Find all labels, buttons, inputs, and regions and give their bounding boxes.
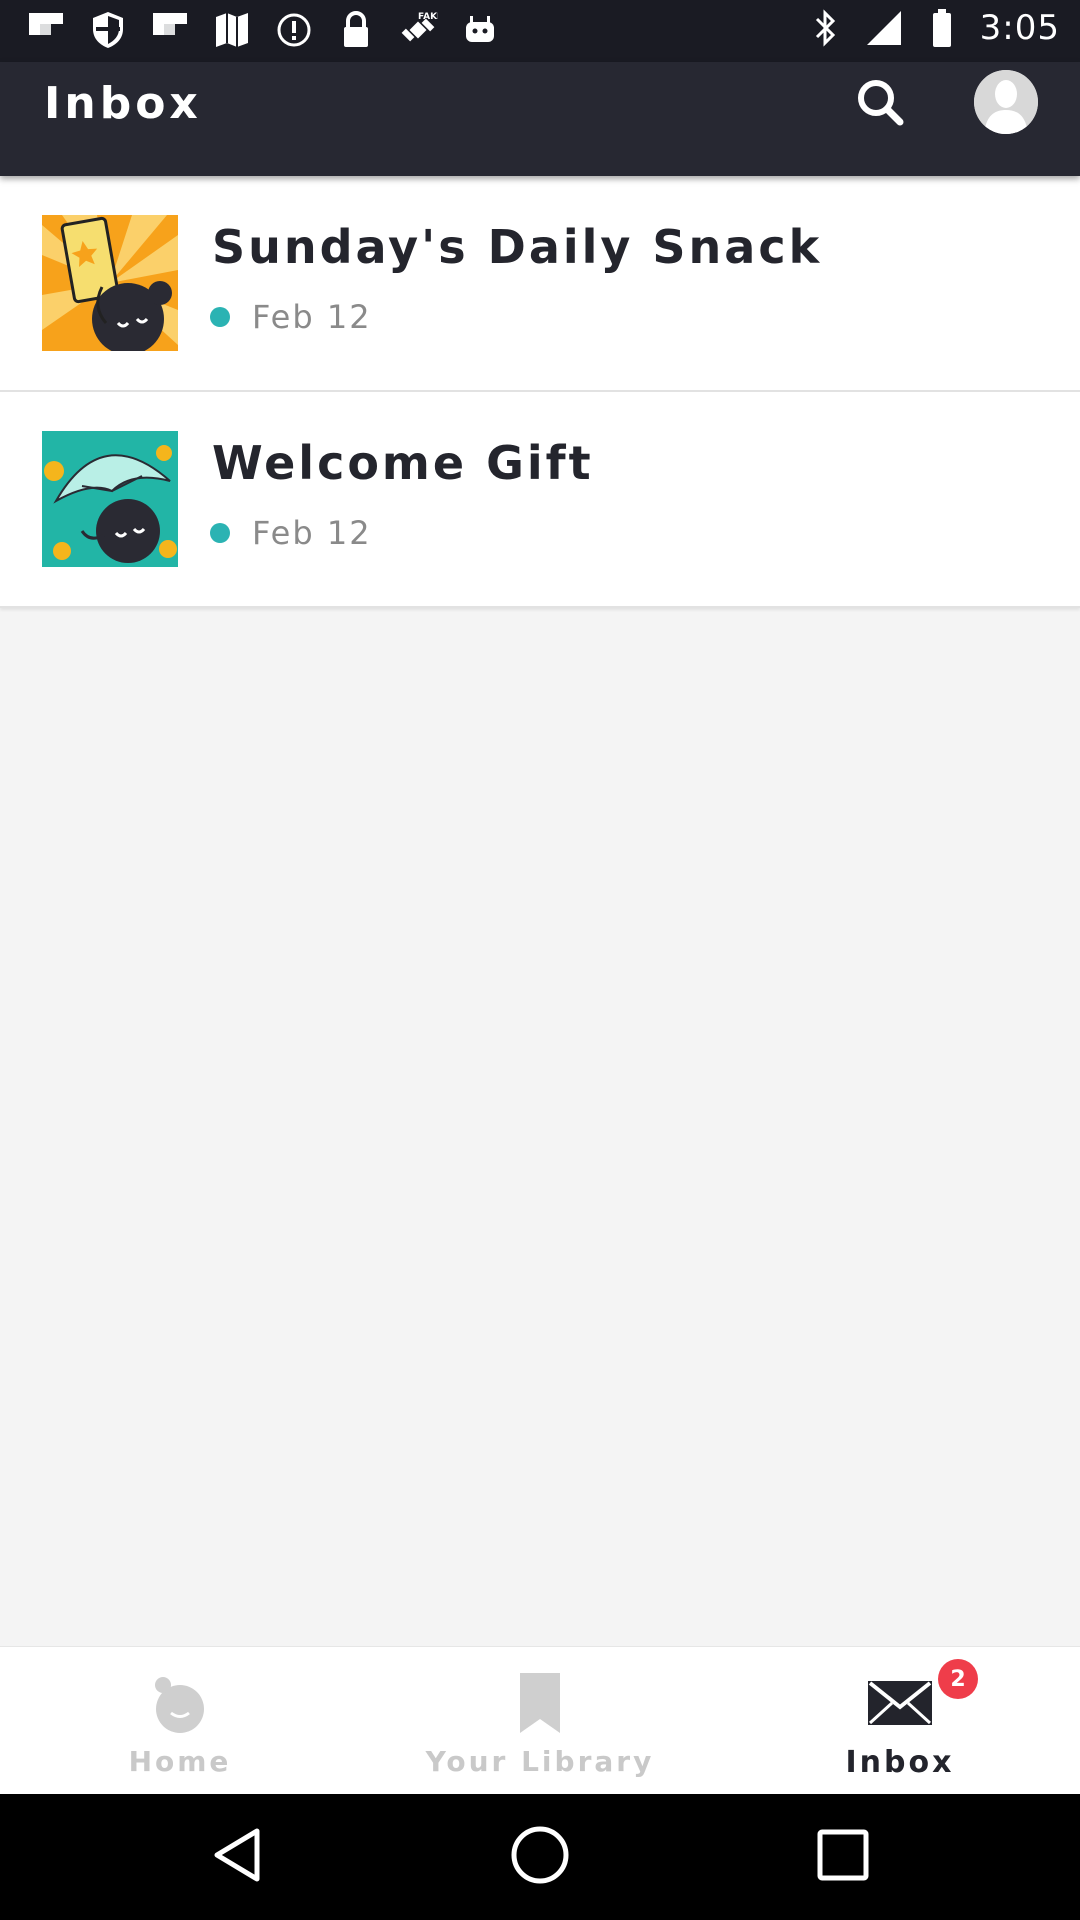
page-title: Inbox [44,78,202,129]
system-navigation-bar [0,1794,1080,1920]
message-thumbnail [42,215,178,351]
lock-icon [336,10,376,50]
inbox-screen: FAKE 3:05 Inbox [0,0,1080,1920]
maps-icon [212,10,252,50]
svg-text:FAKE: FAKE [418,12,438,22]
status-bar: FAKE 3:05 [0,0,1080,62]
search-icon [854,76,906,132]
satellite-icon: FAKE [398,10,438,50]
system-status: 3:05 [806,8,1060,48]
battery-icon [922,8,962,48]
search-button[interactable] [850,74,910,134]
signal-icon [864,8,904,48]
app-bar: Inbox [0,62,1080,176]
mail-icon [860,1667,940,1739]
nav-label-library: Your Library [425,1745,655,1778]
bottom-navigation: Home Your Library 2 Inbox [0,1646,1080,1795]
recents-icon [816,1828,870,1886]
inbox-message-item[interactable]: Welcome Gift Feb 12 [0,392,1080,608]
back-icon [209,1825,265,1889]
flipboard-icon [150,10,190,50]
message-meta: Feb 12 [210,514,372,552]
nav-tab-inbox[interactable]: 2 Inbox [720,1647,1080,1795]
message-title: Welcome Gift [212,436,594,490]
nav-tab-home[interactable]: Home [0,1647,360,1795]
shield-icon [88,10,128,50]
profile-button[interactable] [974,70,1038,134]
unread-indicator [210,523,230,543]
bluetooth-icon [806,8,846,48]
message-title: Sunday's Daily Snack [212,220,823,274]
android-icon [460,10,500,50]
message-thumbnail [42,431,178,567]
message-date: Feb 12 [252,298,372,336]
info-icon [274,10,314,50]
nav-label-home: Home [128,1745,232,1778]
nav-label-inbox: Inbox [845,1745,955,1780]
inbox-message-item[interactable]: Sunday's Daily Snack Feb 12 [0,176,1080,392]
flipboard-icon [26,10,66,50]
status-time: 3:05 [979,8,1060,48]
home-circle-icon [510,1825,570,1889]
bookmark-icon [500,1667,580,1739]
message-meta: Feb 12 [210,298,372,336]
notification-icons: FAKE [26,10,500,50]
system-recents-button[interactable] [810,1824,876,1890]
unread-count-badge: 2 [938,1659,978,1699]
system-back-button[interactable] [204,1824,270,1890]
home-icon [140,1667,220,1739]
system-home-button[interactable] [507,1824,573,1890]
profile-icon [974,70,1038,134]
message-date: Feb 12 [252,514,372,552]
nav-tab-library[interactable]: Your Library [360,1647,720,1795]
inbox-list: Sunday's Daily Snack Feb 12 Welcome Gift… [0,176,1080,608]
unread-indicator [210,307,230,327]
